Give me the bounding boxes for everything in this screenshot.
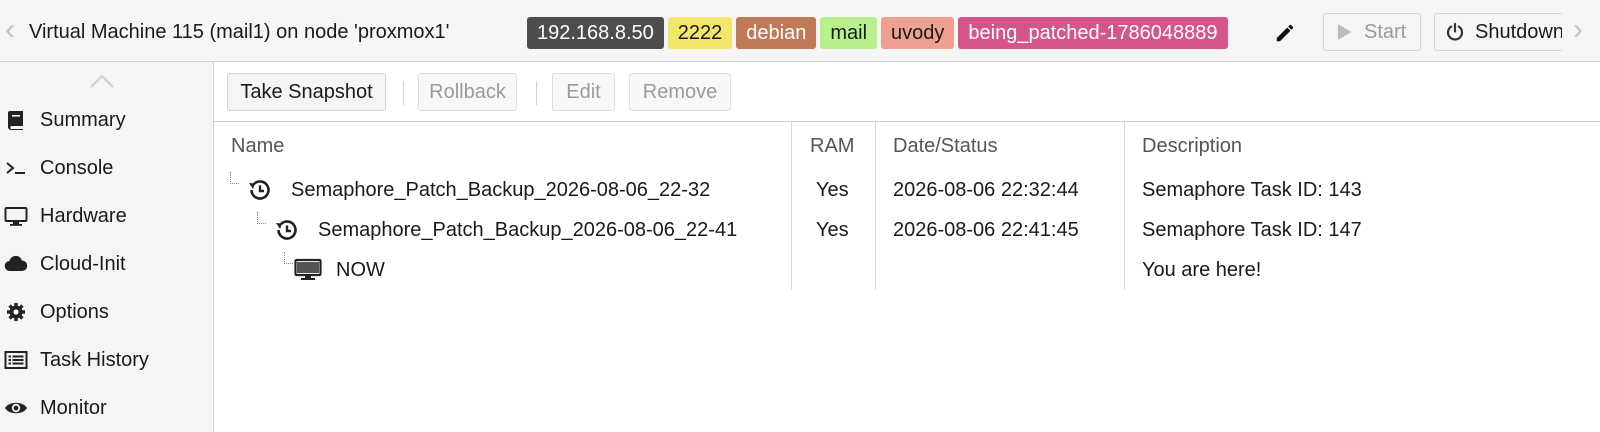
snapshot-toolbar: Take Snapshot Rollback Edit Remove [214,62,1600,122]
column-header-description[interactable]: Description [1142,134,1242,158]
sidebar-item-label: Summary [40,109,126,131]
table-row[interactable]: Semaphore_Patch_Backup_2026-08-06_22-41 … [214,210,1600,250]
take-snapshot-button[interactable]: Take Snapshot [227,73,386,111]
shutdown-button[interactable]: Shutdown [1434,13,1562,51]
snapshot-ram: Yes [816,219,849,241]
sidebar-item-label: Monitor [40,397,107,419]
snapshot-date: 2026-08-06 22:32:44 [893,179,1079,201]
terminal-icon [6,162,25,174]
sidebar-item-task-history[interactable]: Task History [0,340,213,380]
vm-header: ‹ Virtual Machine 115 (mail1) on node 'p… [0,0,1600,62]
monitor-icon [4,207,28,226]
edit-button[interactable]: Edit [552,73,615,111]
start-button[interactable]: Start [1323,13,1421,51]
sidebar-item-label: Task History [40,349,149,371]
snapshot-name: Semaphore_Patch_Backup_2026-08-06_22-32 [291,179,711,201]
rollback-button[interactable]: Rollback [418,73,517,111]
sidebar-item-console[interactable]: Console [0,148,213,188]
monitor-icon [294,258,322,280]
sidebar-item-options[interactable]: Options [0,292,213,332]
snapshot-name: Semaphore_Patch_Backup_2026-08-06_22-41 [318,219,738,241]
tag-mail: mail [820,17,878,49]
column-header-name[interactable]: Name [231,134,284,158]
table-row[interactable]: NOW You are here! [214,250,1600,290]
cloud-icon [4,255,28,272]
column-header-ram[interactable]: RAM [810,134,854,158]
snapshot-history-icon [249,180,270,200]
book-icon [8,111,23,130]
sidebar-item-label: Cloud-Init [40,253,126,275]
tag-os: debian [736,17,817,49]
tree-connector [284,252,293,264]
start-button-label: Start [1364,21,1407,43]
column-header-date-status[interactable]: Date/Status [893,134,998,158]
tag-port: 2222 [667,17,733,49]
tag-ip: 192.168.8.50 [527,17,664,49]
tag-uvody: uvody [881,17,955,49]
snapshot-history-icon [276,220,297,240]
sidebar-item-monitor[interactable]: Monitor [0,388,213,428]
chevron-left-icon[interactable]: ‹ [0,15,20,49]
sidebar-item-label: Console [40,157,114,179]
snapshot-date: 2026-08-06 22:41:45 [893,219,1079,241]
pencil-icon[interactable] [1274,22,1296,44]
shutdown-button-label: Shutdown [1475,21,1562,43]
tag-being-patched: being_patched-1786048889 [958,17,1228,49]
sidebar-item-summary[interactable]: Summary [0,100,213,140]
snapshot-tree-grid: Name RAM Date/Status Description Semapho… [214,122,1600,432]
tree-connector [257,212,266,224]
list-icon [4,351,28,369]
gear-icon [7,303,25,321]
sidebar-item-label: Options [40,301,109,323]
chevron-right-icon[interactable]: › [1568,15,1588,49]
snapshot-description: Semaphore Task ID: 147 [1142,219,1362,241]
toolbar-separator [536,81,537,105]
tree-connector [230,172,239,184]
snapshot-description: Semaphore Task ID: 143 [1142,179,1362,201]
sidebar-item-cloud-init[interactable]: Cloud-Init [0,244,213,284]
page-title: Virtual Machine 115 (mail1) on node 'pro… [29,21,450,43]
power-icon [1446,22,1464,41]
snapshot-ram: Yes [816,179,849,201]
snapshot-description: You are here! [1142,259,1262,281]
sidebar-item-label: Hardware [40,205,127,227]
snapshot-name: NOW [336,259,385,281]
sidebar-item-hardware[interactable]: Hardware [0,196,213,236]
chevron-up-icon[interactable] [89,72,115,90]
tag-list: 192.168.8.50 2222 debian mail uvody bein… [527,17,1228,49]
eye-icon [5,402,27,414]
sidebar: Summary Console Hardware Cloud-Init Opti… [0,62,214,432]
remove-button[interactable]: Remove [629,73,731,111]
table-row[interactable]: Semaphore_Patch_Backup_2026-08-06_22-32 … [214,170,1600,210]
play-icon [1338,24,1351,40]
toolbar-separator [403,81,404,105]
